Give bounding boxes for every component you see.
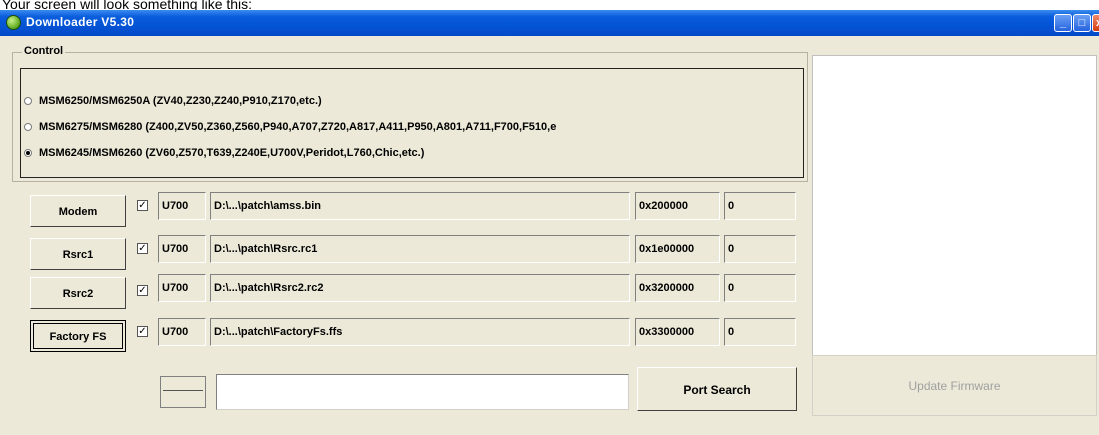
radio-button-selected-icon[interactable] bbox=[24, 149, 32, 158]
port-status-indicator bbox=[160, 376, 206, 408]
window-title: Downloader V5.30 bbox=[26, 15, 135, 29]
modem-path-field[interactable]: D:\...\patch\amss.bin bbox=[210, 192, 630, 220]
radio-button-icon[interactable] bbox=[24, 97, 32, 106]
radio-button-icon[interactable] bbox=[24, 123, 32, 132]
radio-option-msm6250[interactable]: MSM6250/MSM6250A (ZV40,Z230,Z240,P910,Z1… bbox=[24, 95, 799, 107]
rsrc2-model-field[interactable]: U700 bbox=[158, 274, 206, 302]
rsrc1-path-field[interactable]: D:\...\patch\Rsrc.rc1 bbox=[210, 235, 630, 263]
modem-model-field[interactable]: U700 bbox=[158, 192, 206, 220]
rsrc1-address-field[interactable]: 0x1e00000 bbox=[635, 235, 720, 263]
maximize-icon: □ bbox=[1078, 17, 1086, 29]
factory-fs-path-field[interactable]: D:\...\patch\FactoryFs.ffs bbox=[210, 318, 630, 346]
rsrc2-path-field[interactable]: D:\...\patch\Rsrc2.rc2 bbox=[210, 274, 630, 302]
factory-fs-model-field[interactable]: U700 bbox=[158, 318, 206, 346]
rsrc2-address-field[interactable]: 0x3200000 bbox=[635, 274, 720, 302]
minimize-button[interactable]: _ bbox=[1054, 14, 1072, 32]
modem-value-field[interactable]: 0 bbox=[724, 192, 796, 220]
title-bar[interactable]: Downloader V5.30 _ □ x bbox=[0, 10, 1099, 36]
update-firmware-button[interactable]: Update Firmware bbox=[812, 355, 1097, 416]
rsrc1-checkbox[interactable]: ✓ bbox=[137, 243, 148, 254]
radio-option-label: MSM6250/MSM6250A (ZV40,Z230,Z240,P910,Z1… bbox=[39, 95, 322, 107]
control-group-label: Control bbox=[22, 45, 66, 57]
close-icon: x bbox=[1093, 15, 1099, 31]
rsrc2-value-field[interactable]: 0 bbox=[724, 274, 796, 302]
close-button[interactable]: x bbox=[1092, 14, 1099, 32]
factory-fs-button[interactable]: Factory FS bbox=[30, 320, 126, 352]
modem-checkbox[interactable]: ✓ bbox=[137, 200, 148, 211]
rsrc2-button[interactable]: Rsrc2 bbox=[30, 277, 126, 309]
radio-option-msm6275[interactable]: MSM6275/MSM6280 (Z400,ZV50,Z360,Z560,P94… bbox=[24, 121, 799, 133]
modem-address-field[interactable]: 0x200000 bbox=[635, 192, 720, 220]
rsrc1-model-field[interactable]: U700 bbox=[158, 235, 206, 263]
radio-option-label: MSM6245/MSM6260 (ZV60,Z570,T639,Z240E,U7… bbox=[39, 147, 425, 159]
rsrc1-button[interactable]: Rsrc1 bbox=[30, 238, 126, 270]
maximize-button[interactable]: □ bbox=[1073, 14, 1091, 32]
factory-fs-value-field[interactable]: 0 bbox=[724, 318, 796, 346]
port-search-button[interactable]: Port Search bbox=[637, 367, 797, 411]
log-panel[interactable] bbox=[812, 55, 1097, 382]
port-input[interactable] bbox=[216, 374, 629, 410]
app-icon bbox=[6, 15, 21, 30]
factory-fs-address-field[interactable]: 0x3300000 bbox=[635, 318, 720, 346]
modem-button[interactable]: Modem bbox=[30, 195, 126, 227]
minimize-icon: _ bbox=[1059, 17, 1067, 29]
rsrc1-value-field[interactable]: 0 bbox=[724, 235, 796, 263]
radio-option-msm6245[interactable]: MSM6245/MSM6260 (ZV60,Z570,T639,Z240E,U7… bbox=[24, 147, 799, 159]
radio-option-label: MSM6275/MSM6280 (Z400,ZV50,Z360,Z560,P94… bbox=[39, 121, 557, 133]
rsrc2-checkbox[interactable]: ✓ bbox=[137, 285, 148, 296]
factory-fs-checkbox[interactable]: ✓ bbox=[137, 326, 148, 337]
